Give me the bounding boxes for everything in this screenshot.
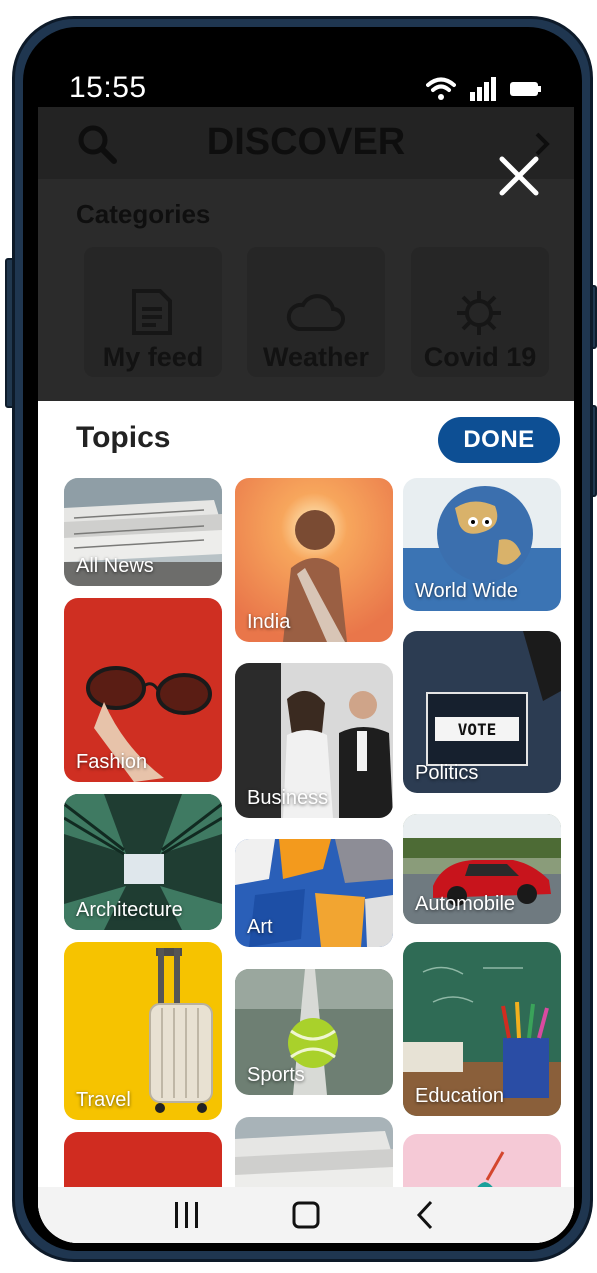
- category-label: My feed: [102, 342, 204, 372]
- topic-tile-india[interactable]: India: [235, 478, 393, 642]
- close-button[interactable]: [496, 153, 542, 199]
- topic-tile-travel[interactable]: Travel: [64, 942, 222, 1120]
- status-icons: [426, 77, 542, 101]
- topic-tile-business[interactable]: Business: [235, 663, 393, 818]
- battery-icon: [510, 82, 541, 96]
- topic-label: Business: [247, 787, 329, 809]
- category-card-my-feed[interactable]: My feed: [84, 247, 222, 377]
- signal-icon: [470, 77, 496, 101]
- recent-apps-button[interactable]: [163, 1191, 211, 1239]
- close-icon: [499, 156, 539, 196]
- home-icon: [292, 1201, 320, 1229]
- topic-label: Fashion: [76, 751, 148, 773]
- home-button[interactable]: [282, 1191, 330, 1239]
- topic-tile-world-wide[interactable]: World Wide: [403, 478, 561, 611]
- topic-label: Sports: [247, 1064, 305, 1086]
- topic-label: India: [247, 611, 291, 633]
- topic-tile-architecture[interactable]: Architecture: [64, 794, 222, 930]
- recent-apps-icon: [175, 1202, 199, 1228]
- phone-frame: 15:55 DISCOVER Categories My feed Weathe…: [12, 16, 593, 1262]
- topic-label: Automobile: [415, 893, 516, 915]
- android-nav-bar: [38, 1187, 574, 1243]
- topic-label: Architecture: [76, 899, 183, 921]
- topic-label: Travel: [76, 1089, 131, 1111]
- virus-icon: [457, 291, 501, 335]
- back-icon: [416, 1200, 432, 1230]
- status-time: 15:55: [69, 71, 147, 104]
- topic-label: All News: [76, 555, 154, 577]
- done-button[interactable]: DONE: [438, 417, 560, 463]
- svg-text:VOTE: VOTE: [458, 720, 497, 739]
- category-card-covid-19[interactable]: Covid 19: [411, 247, 549, 377]
- discover-background: DISCOVER Categories My feed Weather Covi…: [38, 107, 574, 401]
- phone-screen-bezel: 15:55 DISCOVER Categories My feed Weathe…: [23, 27, 582, 1251]
- topics-title: Topics: [76, 421, 171, 454]
- wifi-icon: [426, 77, 456, 100]
- cloud-icon: [286, 294, 345, 331]
- topic-tile-automobile[interactable]: Automobile: [403, 814, 561, 924]
- category-label: Weather: [262, 342, 370, 372]
- category-card-weather[interactable]: Weather: [247, 247, 385, 377]
- topic-label: World Wide: [415, 580, 518, 602]
- topic-label: Art: [247, 916, 273, 938]
- app-screen: DISCOVER Categories My feed Weather Covi…: [38, 107, 574, 1243]
- back-button[interactable]: [401, 1191, 449, 1239]
- topic-tile-politics[interactable]: VOTE Politics: [403, 631, 561, 793]
- topic-tile-art[interactable]: Art: [235, 839, 393, 947]
- categories-title: Categories: [76, 199, 211, 229]
- topics-sheet: Topics DONE All News Fashion Architectur…: [38, 401, 574, 1243]
- topic-tile-sports[interactable]: Sports: [235, 969, 393, 1095]
- topic-tile-education[interactable]: Education: [403, 942, 561, 1116]
- document-icon: [132, 289, 172, 335]
- discover-header: DISCOVER: [38, 107, 574, 179]
- category-label: Covid 19: [423, 342, 537, 372]
- topic-label: Education: [415, 1085, 504, 1107]
- topic-tile-fashion[interactable]: Fashion: [64, 598, 222, 782]
- topic-label: Politics: [415, 762, 479, 784]
- topic-tile-all-news[interactable]: All News: [64, 478, 222, 586]
- discover-title: DISCOVER: [206, 121, 406, 163]
